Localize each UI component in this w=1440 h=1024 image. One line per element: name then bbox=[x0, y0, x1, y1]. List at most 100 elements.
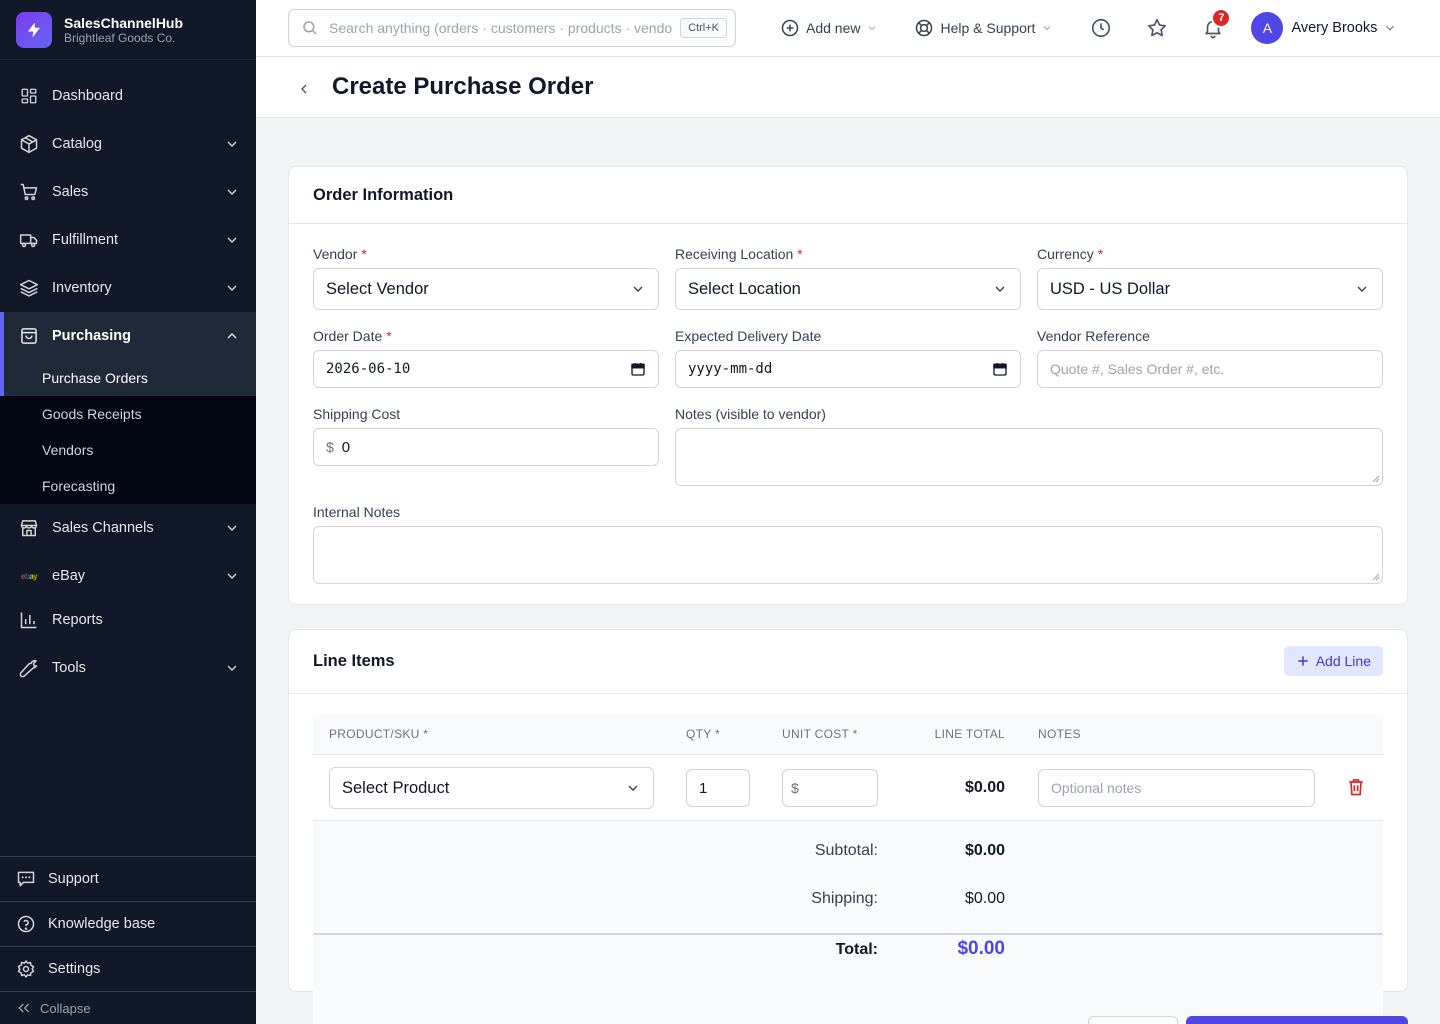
sidebar-item-fulfillment[interactable]: Fulfillment bbox=[0, 216, 256, 264]
chevron-down-icon bbox=[227, 285, 237, 291]
sidebar-item-ebay[interactable]: ebay eBay bbox=[0, 552, 256, 600]
lightning-icon bbox=[16, 11, 52, 48]
sidebar-item-sales-channels[interactable]: Sales Channels bbox=[0, 504, 256, 552]
notification-badge: 7 bbox=[1211, 8, 1232, 28]
product-select[interactable]: Select Product bbox=[329, 767, 654, 809]
unit-cost-input[interactable]: $ bbox=[782, 769, 878, 807]
lifebuoy-icon bbox=[916, 19, 933, 37]
shopping-bag-icon bbox=[18, 325, 40, 347]
order-information-card: Order Information Vendor * Select Vendor … bbox=[288, 166, 1408, 605]
sidebar-item-tools[interactable]: Tools bbox=[0, 644, 256, 692]
vendor-reference-input[interactable]: Quote #, Sales Order #, etc. bbox=[1037, 350, 1383, 388]
sidebar-item-label: Sales Channels bbox=[52, 520, 154, 536]
bar-chart-icon bbox=[18, 609, 40, 631]
sidebar-item-reports[interactable]: Reports bbox=[0, 600, 256, 640]
location-label: Receiving Location * bbox=[675, 246, 803, 262]
sidebar-item-inventory[interactable]: Inventory bbox=[0, 264, 256, 312]
sidebar-item-dashboard[interactable]: Dashboard bbox=[0, 72, 256, 120]
calendar-icon bbox=[993, 363, 1007, 376]
sidebar-item-label: Reports bbox=[52, 612, 103, 628]
expected-date-input[interactable]: yyyy-mm-dd bbox=[675, 350, 1021, 388]
sidebar-subitem-purchase-orders[interactable]: Purchase Orders bbox=[0, 360, 256, 396]
sidebar-item-label: Fulfillment bbox=[52, 232, 119, 248]
add-new-button[interactable]: Add new bbox=[780, 18, 878, 38]
notifications-button[interactable]: 7 bbox=[1195, 8, 1232, 46]
internal-notes-label: Internal Notes bbox=[313, 504, 401, 520]
create-order-button[interactable] bbox=[1186, 1016, 1408, 1024]
vendor-select[interactable]: Select Vendor bbox=[313, 268, 659, 310]
sidebar-item-label: Purchasing bbox=[52, 328, 131, 344]
trash-icon[interactable] bbox=[1346, 777, 1366, 797]
column-header-product: PRODUCT/SKU * bbox=[329, 727, 429, 741]
totals-divider bbox=[313, 933, 1383, 935]
search-box[interactable]: Ctrl+K bbox=[288, 9, 736, 47]
sidebar: SalesChannelHub Brightleaf Goods Co. Das… bbox=[0, 0, 256, 1024]
sidebar-support[interactable]: Support bbox=[0, 857, 256, 902]
store-icon bbox=[18, 517, 40, 539]
sidebar-subitem-goods-receipts[interactable]: Goods Receipts bbox=[0, 396, 256, 432]
truck-icon bbox=[18, 229, 40, 251]
back-chevron-icon[interactable] bbox=[296, 81, 312, 97]
column-header-unit-cost: UNIT COST * bbox=[782, 727, 858, 741]
sidebar-item-label: eBay bbox=[52, 568, 86, 584]
sidebar-item-catalog[interactable]: Catalog bbox=[0, 120, 256, 168]
sidebar-subitem-vendors[interactable]: Vendors bbox=[0, 432, 256, 468]
chevron-down-icon bbox=[227, 189, 237, 195]
subtotal-value: $0.00 bbox=[964, 842, 1005, 859]
brand-company: Brightleaf Goods Co. bbox=[64, 30, 176, 45]
brand[interactable]: SalesChannelHub Brightleaf Goods Co. bbox=[0, 0, 256, 60]
sidebar-subitem-forecasting[interactable]: Forecasting bbox=[0, 468, 256, 504]
gear-icon bbox=[16, 959, 36, 979]
plus-icon bbox=[1298, 656, 1308, 666]
search-shortcut: Ctrl+K bbox=[680, 18, 727, 38]
layers-icon bbox=[18, 277, 40, 299]
chevron-down-icon bbox=[227, 665, 237, 671]
purchasing-submenu: Purchase Orders Goods Receipts Vendors F… bbox=[0, 360, 256, 504]
total-value: $0.00 bbox=[957, 938, 1005, 959]
line-notes-input[interactable]: Optional notes bbox=[1038, 769, 1315, 807]
ebay-logo-icon: ebay bbox=[20, 571, 38, 581]
search-input[interactable] bbox=[329, 20, 673, 36]
history-button[interactable] bbox=[1083, 10, 1119, 46]
page-title: Create Purchase Order bbox=[332, 73, 594, 100]
currency-select[interactable]: USD - US Dollar bbox=[1037, 268, 1383, 310]
sidebar-item-sales[interactable]: Sales bbox=[0, 168, 256, 216]
user-name: Avery Brooks bbox=[1291, 20, 1378, 36]
shipping-cost-input[interactable]: $ 0 bbox=[313, 428, 659, 466]
add-line-button[interactable]: Add Line bbox=[1283, 646, 1383, 676]
vendor-notes-textarea[interactable] bbox=[675, 428, 1383, 486]
qty-input[interactable]: 1 bbox=[686, 769, 750, 807]
line-total-value: $0.00 bbox=[964, 779, 1005, 796]
table-row: Select Product 1 $ $0.00 Optional notes bbox=[313, 754, 1383, 820]
order-date-input[interactable]: 2026-06-10 bbox=[313, 350, 659, 388]
box-icon bbox=[18, 133, 40, 155]
avatar: A bbox=[1251, 12, 1284, 44]
column-header-qty: QTY * bbox=[686, 727, 720, 741]
chevron-down-icon bbox=[1357, 286, 1367, 292]
help-support-button[interactable]: Help & Support bbox=[914, 18, 1053, 38]
help-circle-icon bbox=[16, 914, 36, 934]
chevron-down-icon bbox=[633, 286, 643, 292]
line-items-card: Line Items Add Line PRODUCT/SKU * QTY * … bbox=[288, 629, 1408, 1024]
sidebar-item-purchasing[interactable]: Purchasing bbox=[0, 312, 256, 360]
favorites-button[interactable] bbox=[1139, 10, 1175, 46]
chevron-down-icon bbox=[1386, 25, 1395, 31]
sidebar-knowledge-base[interactable]: Knowledge base bbox=[0, 902, 256, 947]
page-header: Create Purchase Order bbox=[256, 57, 1440, 118]
internal-notes-textarea[interactable] bbox=[313, 526, 1383, 584]
help-label: Help & Support bbox=[940, 20, 1036, 36]
resize-handle-icon bbox=[1372, 573, 1380, 581]
shipping-cost-label: Shipping Cost bbox=[313, 406, 401, 422]
knowledge-label: Knowledge base bbox=[48, 916, 156, 932]
sidebar-collapse[interactable]: Collapse bbox=[0, 992, 256, 1024]
user-menu[interactable]: A Avery Brooks bbox=[1251, 12, 1397, 44]
cancel-button[interactable] bbox=[1088, 1016, 1178, 1024]
currency-label: Currency * bbox=[1037, 246, 1104, 262]
shipping-value: $0.00 bbox=[964, 890, 1005, 907]
sidebar-settings[interactable]: Settings bbox=[0, 947, 256, 992]
location-select[interactable]: Select Location bbox=[675, 268, 1021, 310]
chevron-down-icon bbox=[869, 26, 876, 31]
totals-section: Subtotal: $0.00 Shipping: $0.00 Total: $… bbox=[313, 820, 1383, 1024]
order-date-label: Order Date * bbox=[313, 328, 392, 344]
chevrons-left-icon bbox=[18, 1003, 30, 1013]
